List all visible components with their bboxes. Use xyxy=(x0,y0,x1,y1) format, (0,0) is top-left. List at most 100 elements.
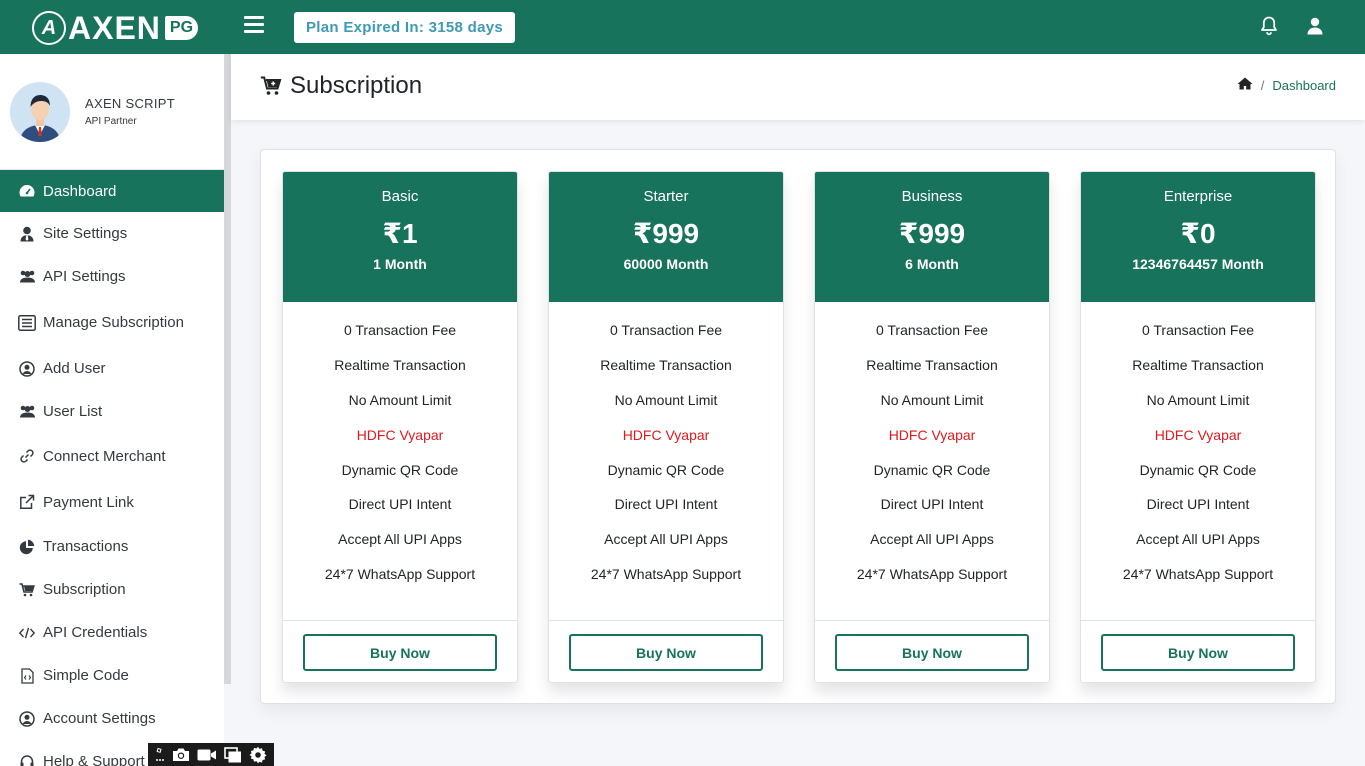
feature-list: 0 Transaction Fee Realtime Transaction N… xyxy=(283,302,517,621)
sidebar-item-api-credentials[interactable]: API Credentials xyxy=(0,611,224,654)
sidebar-item-connect-merchant[interactable]: Connect Merchant xyxy=(0,433,224,479)
feature-item: Accept All UPI Apps xyxy=(604,531,728,548)
plan-duration: 12346764457 Month xyxy=(1132,256,1264,272)
sidebar-item-label: Payment Link xyxy=(43,493,134,511)
plan-card-enterprise: Enterprise ₹0 12346764457 Month 0 Transa… xyxy=(1080,171,1316,683)
extension-icon[interactable] xyxy=(155,747,165,763)
sidebar-item-subscription[interactable]: Subscription xyxy=(0,568,224,611)
plan-price: ₹999 xyxy=(632,218,700,249)
feature-item: Dynamic QR Code xyxy=(1139,461,1257,478)
home-icon[interactable] xyxy=(1237,77,1253,93)
brand-mark-icon: A xyxy=(32,11,66,45)
sidebar-item-transactions[interactable]: Transactions xyxy=(0,525,224,568)
feature-item: 0 Transaction Fee xyxy=(875,322,989,338)
sidebar-item-account-settings[interactable]: Account Settings xyxy=(0,697,224,740)
feature-item: Dynamic QR Code xyxy=(607,461,725,478)
buy-now-button-starter[interactable]: Buy Now xyxy=(569,634,763,671)
user-role: API Partner xyxy=(85,116,137,127)
sidebar-item-label: API Settings xyxy=(43,268,126,285)
content-header: Subscription / Dashboard xyxy=(231,54,1365,120)
feature-item: Direct UPI Intent xyxy=(348,496,452,513)
plan-price: ₹999 xyxy=(898,218,966,249)
sidebar-item-user-list[interactable]: User List xyxy=(0,390,224,433)
user-tie-icon xyxy=(18,225,36,243)
bell-icon[interactable] xyxy=(1258,15,1280,37)
brand-logo[interactable]: A AXEN PG xyxy=(32,9,199,46)
camera-icon[interactable] xyxy=(172,747,190,762)
avatar xyxy=(10,81,70,142)
sidebar-item-payment-link[interactable]: Payment Link xyxy=(0,479,224,525)
sidebar-item-label: Add User xyxy=(43,360,106,377)
cart-icon xyxy=(18,581,36,599)
plan-duration: 6 Month xyxy=(905,256,959,272)
feature-item: Realtime Transaction xyxy=(866,356,998,373)
plans-card: Basic ₹1 1 Month 0 Transaction Fee Realt… xyxy=(260,149,1336,704)
sidebar-item-label: Account Settings xyxy=(43,710,156,727)
feature-item: 0 Transaction Fee xyxy=(343,322,457,338)
sidebar-item-manage-subscription[interactable]: Manage Subscription xyxy=(0,298,224,347)
link-icon xyxy=(18,447,36,465)
brand-text: AXEN xyxy=(68,9,161,46)
sidebar-item-label: API Credentials xyxy=(43,624,148,641)
sidebar-item-api-settings[interactable]: API Settings xyxy=(0,255,224,298)
plan-card-starter: Starter ₹999 60000 Month 0 Transaction F… xyxy=(548,171,784,683)
hamburger-icon[interactable] xyxy=(244,16,264,34)
file-code-icon xyxy=(18,667,36,685)
feature-item: Realtime Transaction xyxy=(1132,356,1264,373)
feature-item: Accept All UPI Apps xyxy=(1136,531,1260,548)
breadcrumb-dashboard[interactable]: Dashboard xyxy=(1272,78,1336,93)
feature-item: 24*7 WhatsApp Support xyxy=(1122,566,1274,583)
sidebar-item-label: Site Settings xyxy=(43,225,128,242)
feature-item: Accept All UPI Apps xyxy=(870,531,994,548)
plan-name: Basic xyxy=(381,188,419,205)
user-circle-icon xyxy=(18,710,36,728)
plan-card-business: Business ₹999 6 Month 0 Transaction Fee … xyxy=(814,171,1050,683)
sidebar-menu: Dashboard Site Settings API Settings Man… xyxy=(0,170,224,766)
sidebar-item-site-settings[interactable]: Site Settings xyxy=(0,212,224,255)
plan-duration: 1 Month xyxy=(373,256,427,272)
plan-price: ₹1 xyxy=(382,218,418,249)
user-name: AXEN SCRIPT xyxy=(85,96,175,111)
plan-name: Enterprise xyxy=(1163,188,1233,205)
buy-now-button-basic[interactable]: Buy Now xyxy=(303,634,497,671)
external-link-icon xyxy=(18,493,36,511)
feature-item: 24*7 WhatsApp Support xyxy=(324,566,476,583)
sidebar-item-label: Subscription xyxy=(43,581,126,598)
users-icon xyxy=(18,268,36,286)
feature-item: Direct UPI Intent xyxy=(1146,496,1250,513)
cart-plus-icon xyxy=(260,76,282,96)
sidebar-item-simple-code[interactable]: Simple Code xyxy=(0,654,224,697)
feature-list: 0 Transaction Fee Realtime Transaction N… xyxy=(815,302,1049,621)
headset-icon xyxy=(18,753,36,766)
feature-item: Dynamic QR Code xyxy=(341,461,459,478)
sidebar-scrollbar[interactable] xyxy=(224,54,231,684)
feature-item: Realtime Transaction xyxy=(600,356,732,373)
feature-item: 0 Transaction Fee xyxy=(1141,322,1255,338)
sidebar: AXEN SCRIPT API Partner Dashboard Site S… xyxy=(0,54,224,766)
sidebar-item-label: Help & Support xyxy=(43,753,145,766)
gear-icon[interactable] xyxy=(248,746,267,764)
user-icon[interactable] xyxy=(1304,15,1326,37)
feature-item: Realtime Transaction xyxy=(334,356,466,373)
feature-item: Accept All UPI Apps xyxy=(338,531,462,548)
feature-item: No Amount Limit xyxy=(1146,391,1250,408)
feature-item: No Amount Limit xyxy=(614,391,718,408)
sidebar-item-label: Dashboard xyxy=(43,182,117,200)
video-icon[interactable] xyxy=(197,748,217,762)
user-profile[interactable]: AXEN SCRIPT API Partner xyxy=(0,54,224,170)
feature-item-highlight: HDFC Vyapar xyxy=(1154,426,1242,443)
feature-item-highlight: HDFC Vyapar xyxy=(888,426,976,443)
buy-now-button-enterprise[interactable]: Buy Now xyxy=(1101,634,1295,671)
feature-item-highlight: HDFC Vyapar xyxy=(356,426,444,443)
copy-window-icon[interactable] xyxy=(223,746,242,763)
feature-item: Direct UPI Intent xyxy=(614,496,718,513)
user-circle-icon xyxy=(18,360,36,378)
plan-name: Business xyxy=(901,188,963,205)
sidebar-item-label: Connect Merchant xyxy=(43,447,166,465)
buy-now-button-business[interactable]: Buy Now xyxy=(835,634,1029,671)
sidebar-item-add-user[interactable]: Add User xyxy=(0,347,224,390)
pie-chart-icon xyxy=(18,538,36,556)
plan-duration: 60000 Month xyxy=(623,256,709,272)
sidebar-item-dashboard[interactable]: Dashboard xyxy=(0,170,224,212)
sidebar-item-label: User List xyxy=(43,403,103,420)
